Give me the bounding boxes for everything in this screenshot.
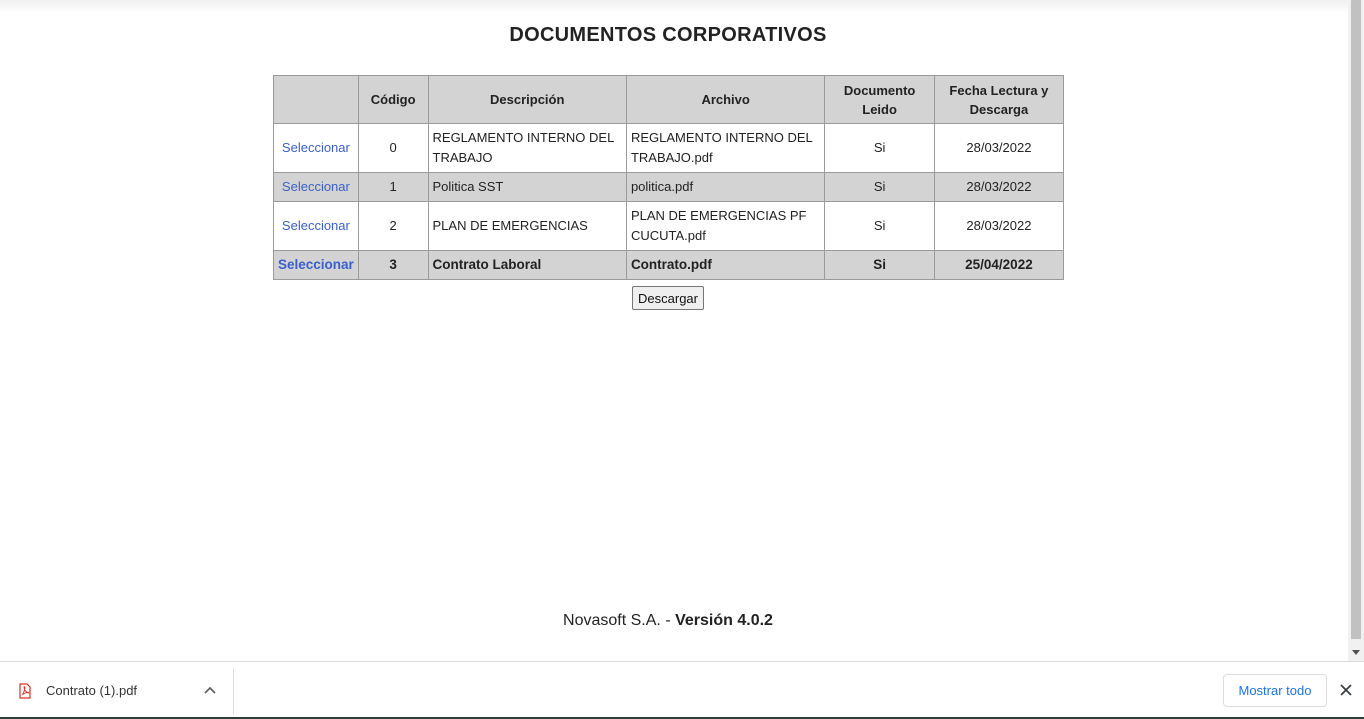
select-cell: Seleccionar <box>273 123 359 173</box>
file-cell: PLAN DE EMERGENCIAS PF CUCUTA.pdf <box>625 201 826 251</box>
code-cell: 0 <box>357 123 429 173</box>
read-cell: Si <box>824 201 935 251</box>
read-cell: Si <box>824 250 935 280</box>
documents-table: Código Descripción Archivo Documento Lei… <box>273 75 1065 280</box>
file-cell: Contrato.pdf <box>625 250 826 280</box>
scrollbar-thumb[interactable] <box>1351 0 1361 639</box>
header-file: Archivo <box>625 75 826 124</box>
footer-version: Versión 4.0.2 <box>675 612 773 629</box>
show-all-button[interactable]: Mostrar todo <box>1223 674 1327 707</box>
code-cell: 2 <box>357 201 429 251</box>
table-row: Seleccionar 0 REGLAMENTO INTERNO DEL TRA… <box>273 123 1065 173</box>
date-cell: 28/03/2022 <box>933 123 1065 173</box>
pdf-file-icon <box>19 683 31 699</box>
code-cell: 3 <box>357 250 429 280</box>
code-cell: 1 <box>357 172 429 202</box>
description-cell: PLAN DE EMERGENCIAS <box>427 201 627 251</box>
table-row: Seleccionar 2 PLAN DE EMERGENCIAS PLAN D… <box>273 201 1065 251</box>
select-cell: Seleccionar <box>273 172 359 202</box>
scroll-down-arrow-icon[interactable] <box>1348 644 1364 660</box>
file-cell: REGLAMENTO INTERNO DEL TRABAJO.pdf <box>625 123 826 173</box>
header-code: Código <box>357 75 429 124</box>
footer: Novasoft S.A. - Versión 4.0.2 <box>0 612 1336 630</box>
header-document-read: Documento Leido <box>824 75 935 124</box>
table-row: Seleccionar 1 Politica SST politica.pdf … <box>273 172 1065 202</box>
read-cell: Si <box>824 172 935 202</box>
description-cell: Contrato Laboral <box>427 250 627 280</box>
date-cell: 25/04/2022 <box>933 250 1065 280</box>
download-item[interactable]: Contrato (1).pdf <box>0 668 234 714</box>
vertical-scrollbar[interactable] <box>1348 0 1364 661</box>
header-description: Descripción <box>427 75 627 124</box>
chevron-up-icon[interactable] <box>203 685 217 695</box>
select-link[interactable]: Seleccionar <box>282 140 350 155</box>
table-row-selected: Seleccionar 3 Contrato Laboral Contrato.… <box>273 250 1065 280</box>
close-icon[interactable] <box>1339 683 1353 697</box>
select-cell: Seleccionar <box>273 201 359 251</box>
download-shelf: Contrato (1).pdf Mostrar todo <box>0 661 1364 719</box>
file-cell: politica.pdf <box>625 172 826 202</box>
select-link[interactable]: Seleccionar <box>282 179 350 194</box>
select-link[interactable]: Seleccionar <box>278 257 354 272</box>
select-link[interactable]: Seleccionar <box>282 218 350 233</box>
header-select <box>273 75 359 124</box>
read-cell: Si <box>824 123 935 173</box>
page-content: DOCUMENTOS CORPORATIVOS Código Descripci… <box>0 0 1348 660</box>
header-read-date: Fecha Lectura y Descarga <box>933 75 1065 124</box>
table-header-row: Código Descripción Archivo Documento Lei… <box>273 75 1065 124</box>
date-cell: 28/03/2022 <box>933 201 1065 251</box>
description-cell: REGLAMENTO INTERNO DEL TRABAJO <box>427 123 627 173</box>
page-title: DOCUMENTOS CORPORATIVOS <box>509 24 827 46</box>
footer-company: Novasoft S.A. - <box>563 612 676 629</box>
description-cell: Politica SST <box>427 172 627 202</box>
download-button[interactable]: Descargar <box>632 286 704 310</box>
select-cell: Seleccionar <box>273 250 359 280</box>
date-cell: 28/03/2022 <box>933 172 1065 202</box>
download-file-name: Contrato (1).pdf <box>46 683 138 698</box>
